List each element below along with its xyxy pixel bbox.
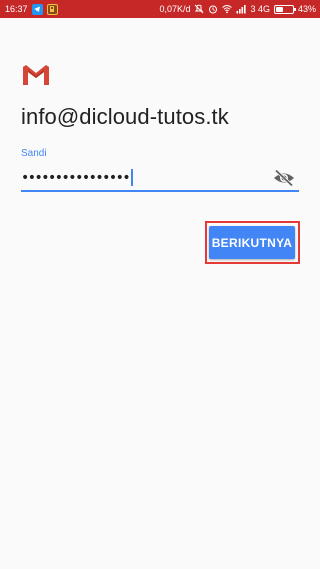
mute-icon bbox=[195, 4, 204, 14]
password-field[interactable]: •••••••••••••••• bbox=[21, 165, 299, 192]
account-email: info@dicloud-tutos.tk bbox=[21, 104, 229, 129]
password-label: Sandi bbox=[21, 148, 47, 159]
status-bar: 16:37 0,07K/d 3 4G 43% bbox=[0, 0, 320, 18]
status-time: 16:37 bbox=[5, 4, 28, 14]
telegram-icon bbox=[31, 3, 43, 15]
battery-percent: 43% bbox=[297, 4, 316, 14]
password-value[interactable]: •••••••••••••••• bbox=[21, 170, 131, 186]
game-icon bbox=[46, 3, 58, 15]
network-speed: 0,07K/d bbox=[159, 4, 191, 14]
eye-off-icon[interactable] bbox=[273, 169, 295, 187]
next-button[interactable]: BERIKUTNYA bbox=[209, 226, 295, 259]
network-type: 3 4G bbox=[250, 4, 270, 14]
text-caret bbox=[131, 169, 133, 186]
alarm-icon bbox=[209, 5, 218, 14]
battery-level bbox=[275, 6, 283, 12]
gmail-icon bbox=[22, 64, 50, 86]
battery-icon bbox=[273, 4, 296, 14]
status-right: 0,07K/d 3 4G 43% bbox=[159, 4, 316, 14]
signal-icon bbox=[236, 5, 247, 14]
wifi-icon bbox=[222, 5, 233, 14]
status-left: 16:37 bbox=[5, 3, 58, 15]
